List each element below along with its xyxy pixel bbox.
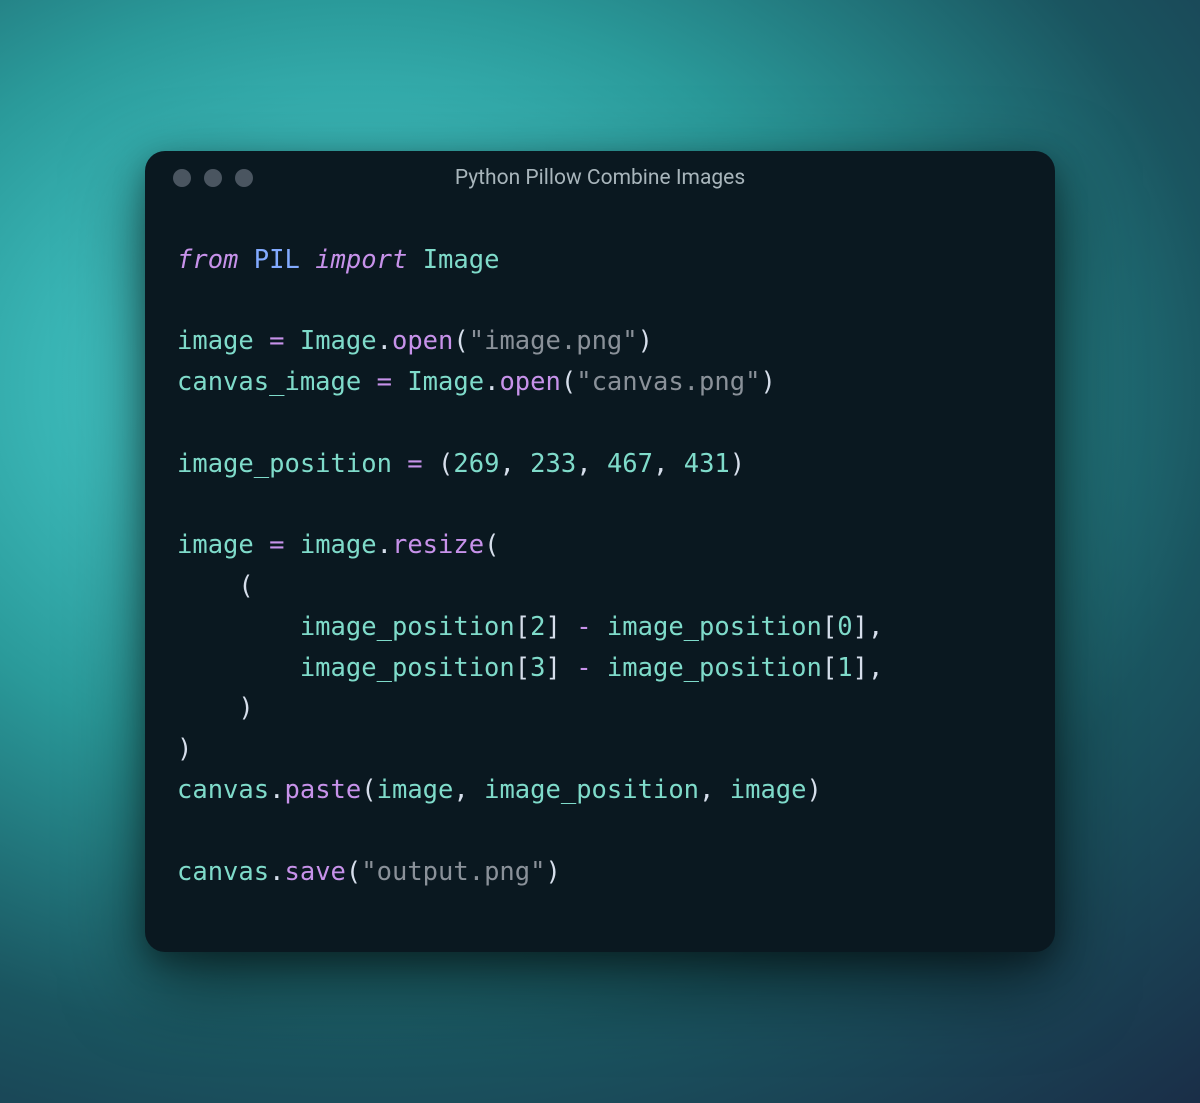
module-pil: PIL bbox=[254, 245, 300, 275]
code-editor[interactable]: from PIL import Image image = Image.open… bbox=[145, 195, 1055, 953]
var-image-position: image_position bbox=[177, 449, 392, 479]
fn-save: save bbox=[284, 857, 345, 887]
str-canvas-png: "canvas.png" bbox=[576, 367, 760, 397]
window-title: Python Pillow Combine Images bbox=[145, 166, 1055, 190]
keyword-import: import bbox=[315, 245, 407, 275]
fn-resize: resize bbox=[392, 530, 484, 560]
num-233: 233 bbox=[530, 449, 576, 479]
code-window: Python Pillow Combine Images from PIL im… bbox=[145, 151, 1055, 953]
import-image: Image bbox=[423, 245, 500, 275]
window-titlebar: Python Pillow Combine Images bbox=[145, 151, 1055, 195]
num-467: 467 bbox=[607, 449, 653, 479]
keyword-from: from bbox=[177, 245, 238, 275]
var-image: image bbox=[177, 326, 254, 356]
traffic-lights bbox=[173, 169, 253, 187]
fn-open: open bbox=[392, 326, 453, 356]
maximize-icon[interactable] bbox=[235, 169, 253, 187]
var-canvas: canvas bbox=[177, 775, 269, 805]
str-image-png: "image.png" bbox=[469, 326, 638, 356]
close-icon[interactable] bbox=[173, 169, 191, 187]
num-269: 269 bbox=[453, 449, 499, 479]
str-output-png: "output.png" bbox=[361, 857, 545, 887]
num-431: 431 bbox=[684, 449, 730, 479]
minimize-icon[interactable] bbox=[204, 169, 222, 187]
fn-paste: paste bbox=[284, 775, 361, 805]
var-canvas-image: canvas_image bbox=[177, 367, 361, 397]
